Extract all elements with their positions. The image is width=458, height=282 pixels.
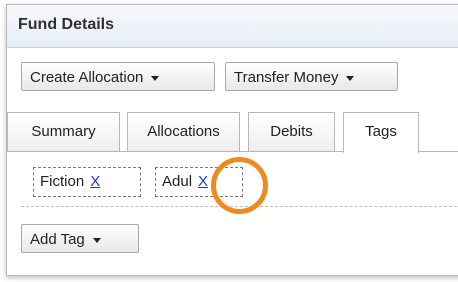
add-tag-label: Add Tag — [30, 231, 85, 248]
transfer-money-label: Transfer Money — [234, 69, 339, 86]
tab-debits-label: Debits — [270, 123, 313, 140]
caret-down-icon — [151, 75, 160, 81]
fund-details-panel: Fund Details Create Allocation Transfer … — [6, 4, 458, 276]
remove-tag-link[interactable]: X — [198, 173, 208, 190]
tag-label: Adul — [162, 173, 193, 190]
caret-down-icon — [92, 237, 101, 243]
create-allocation-button[interactable]: Create Allocation — [21, 62, 215, 91]
tab-tags-label: Tags — [365, 123, 397, 140]
panel-header: Fund Details — [7, 5, 458, 48]
tags-separator — [21, 206, 458, 207]
tab-tags[interactable]: Tags — [343, 112, 419, 153]
add-tag-button[interactable]: Add Tag — [21, 224, 139, 253]
tab-allocations-label: Allocations — [147, 123, 220, 140]
tab-summary[interactable]: Summary — [7, 112, 120, 151]
tab-debits[interactable]: Debits — [248, 112, 335, 151]
tag-chip: Adul X — [155, 167, 243, 197]
create-allocation-label: Create Allocation — [30, 69, 144, 86]
tag-label: Fiction — [40, 173, 85, 190]
transfer-money-button[interactable]: Transfer Money — [225, 62, 398, 91]
remove-tag-link[interactable]: X — [90, 173, 100, 190]
panel-title: Fund Details — [18, 16, 115, 33]
caret-down-icon — [346, 75, 355, 81]
tag-chip: Fiction X — [33, 167, 141, 197]
tab-allocations[interactable]: Allocations — [127, 112, 240, 151]
tab-summary-label: Summary — [31, 123, 96, 140]
